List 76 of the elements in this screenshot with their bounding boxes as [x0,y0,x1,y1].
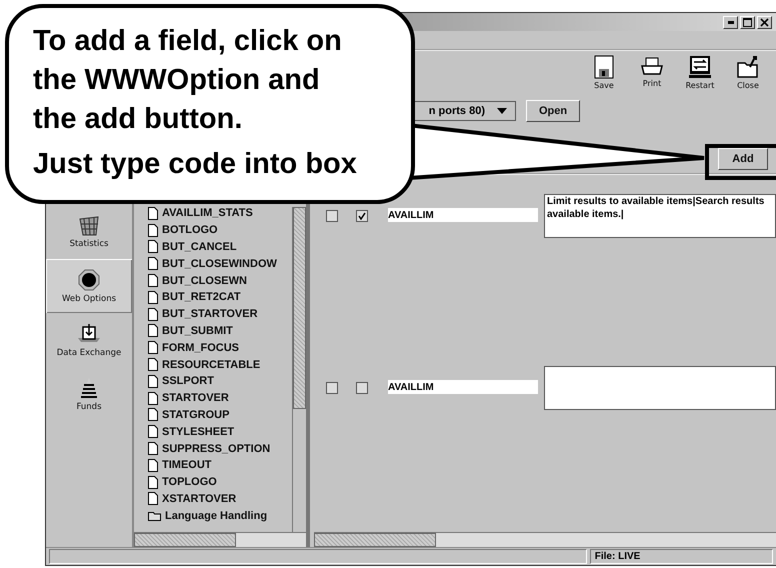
add-button[interactable]: Add [718,148,768,170]
tree-item[interactable]: RESOURCETABLE [148,356,292,373]
document-icon [148,324,158,338]
document-icon [148,257,158,270]
tree-item[interactable]: XSTARTOVER [148,490,292,508]
minimize-button[interactable] [723,16,738,28]
tree-item[interactable]: STYLESHEET [148,423,292,440]
tree-item[interactable]: BUT_STARTOVER [148,306,292,323]
callout-text: To add a field, click on the WWWOption and the add button. [33,24,343,137]
document-icon [148,290,158,304]
printer-icon [640,56,664,76]
checkbox[interactable] [356,382,368,394]
tree-item[interactable]: SUPPRESS_OPTION [148,440,292,457]
callout-text: Just type code into box [33,147,358,182]
document-icon [148,240,158,254]
tree-item[interactable]: TIMEOUT [148,456,292,474]
document-icon [148,458,158,472]
minimize-icon [728,20,734,24]
download-box-icon [77,322,101,344]
checkbox[interactable] [326,210,338,222]
tree-item[interactable]: Language Handling [148,507,292,524]
tree-item[interactable]: STARTOVER [148,390,292,407]
description-field[interactable]: Limit results to available items|Search results available items.| [544,194,776,238]
tree-item[interactable]: BUT_SUBMIT [148,322,292,340]
horizontal-scrollbar[interactable] [314,532,776,547]
document-icon [148,492,158,506]
document-icon [148,224,158,237]
toolbar-button[interactable]: Print [630,56,674,88]
tree-item[interactable]: BUT_RET2CAT [148,288,292,306]
document-icon [148,274,158,288]
tree-item[interactable]: BOTLOGO [148,222,292,239]
tree-item[interactable]: BUT_CANCEL [148,238,292,256]
stack-icon [79,376,99,398]
grid-icon [78,216,100,236]
document-icon [148,308,158,321]
folder-arrow-icon [736,54,760,78]
tree-item[interactable]: FORM_FOCUS [148,339,292,356]
monitor-arrows-icon [688,54,712,78]
vertical-scrollbar[interactable] [292,207,306,532]
toolbar-button[interactable]: Save [582,54,626,90]
maximize-button[interactable] [740,16,755,28]
toolbar-button[interactable]: Close [726,54,770,90]
tree-item[interactable]: BUT_CLOSEWINDOW [148,255,292,272]
folder-icon [148,510,161,522]
document-icon [148,374,158,388]
maximize-icon [743,18,752,26]
nav-item[interactable]: Data Exchange [46,313,132,367]
description-field[interactable] [544,366,776,410]
close-button[interactable] [757,16,772,28]
document-icon [148,392,158,405]
checkbox[interactable] [326,382,338,394]
document-icon [148,408,158,422]
tree-item[interactable]: BUT_CLOSEWN [148,272,292,289]
tree-item[interactable]: TOPLOGO [148,474,292,491]
document-icon [148,341,158,354]
checkbox[interactable] [356,210,368,222]
status-text: File: LIVE [594,551,640,562]
open-button[interactable]: Open [526,100,580,122]
name-field[interactable]: AVAILLIM [388,380,538,394]
document-icon [148,442,158,456]
nav-item[interactable]: Statistics [46,205,132,259]
horizontal-scrollbar[interactable] [134,532,306,547]
nav-item[interactable]: Funds [46,367,132,421]
document-icon [148,476,158,489]
document-icon [148,206,158,220]
tree-item[interactable]: AVAILLIM_STATS [148,205,292,222]
name-field[interactable]: AVAILLIM [388,208,538,222]
toolbar-button[interactable]: Restart [678,54,722,90]
highlight-frame [705,144,776,180]
document-icon [148,425,158,438]
document-icon [148,358,158,372]
nav-item[interactable]: Web Options [46,259,132,313]
tree-item[interactable]: STATGROUP [148,406,292,424]
dropdown-caret-icon [497,108,507,114]
close-icon [760,18,769,26]
tree-item[interactable]: SSLPORT [148,372,292,390]
